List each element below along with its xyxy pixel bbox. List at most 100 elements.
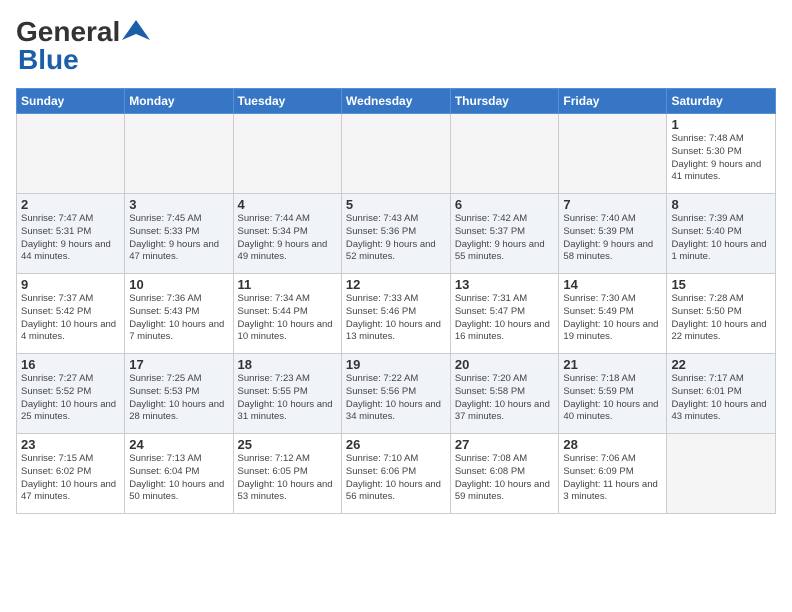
calendar-week-row: 16Sunrise: 7:27 AM Sunset: 5:52 PM Dayli… [17,354,776,434]
day-info: Sunrise: 7:48 AM Sunset: 5:30 PM Dayligh… [671,133,771,184]
weekday-header-thursday: Thursday [450,89,559,114]
weekday-header-sunday: Sunday [17,89,125,114]
day-number: 25 [238,437,337,452]
calendar-cell [125,114,233,194]
day-number: 18 [238,357,337,372]
day-info: Sunrise: 7:40 AM Sunset: 5:39 PM Dayligh… [563,213,662,264]
day-number: 23 [21,437,120,452]
calendar-cell [233,114,341,194]
day-info: Sunrise: 7:22 AM Sunset: 5:56 PM Dayligh… [346,373,446,424]
calendar-cell: 11Sunrise: 7:34 AM Sunset: 5:44 PM Dayli… [233,274,341,354]
calendar-cell: 8Sunrise: 7:39 AM Sunset: 5:40 PM Daylig… [667,194,776,274]
day-info: Sunrise: 7:33 AM Sunset: 5:46 PM Dayligh… [346,293,446,344]
calendar-cell: 4Sunrise: 7:44 AM Sunset: 5:34 PM Daylig… [233,194,341,274]
calendar-cell: 22Sunrise: 7:17 AM Sunset: 6:01 PM Dayli… [667,354,776,434]
day-info: Sunrise: 7:23 AM Sunset: 5:55 PM Dayligh… [238,373,337,424]
day-info: Sunrise: 7:18 AM Sunset: 5:59 PM Dayligh… [563,373,662,424]
logo: General Blue [16,16,150,76]
calendar-cell: 7Sunrise: 7:40 AM Sunset: 5:39 PM Daylig… [559,194,667,274]
calendar-cell: 25Sunrise: 7:12 AM Sunset: 6:05 PM Dayli… [233,434,341,514]
day-number: 11 [238,277,337,292]
day-info: Sunrise: 7:44 AM Sunset: 5:34 PM Dayligh… [238,213,337,264]
calendar-cell: 5Sunrise: 7:43 AM Sunset: 5:36 PM Daylig… [341,194,450,274]
day-number: 26 [346,437,446,452]
day-number: 13 [455,277,555,292]
day-info: Sunrise: 7:34 AM Sunset: 5:44 PM Dayligh… [238,293,337,344]
calendar-cell: 21Sunrise: 7:18 AM Sunset: 5:59 PM Dayli… [559,354,667,434]
day-number: 17 [129,357,228,372]
day-number: 27 [455,437,555,452]
calendar-cell: 10Sunrise: 7:36 AM Sunset: 5:43 PM Dayli… [125,274,233,354]
weekday-header-friday: Friday [559,89,667,114]
calendar-cell: 12Sunrise: 7:33 AM Sunset: 5:46 PM Dayli… [341,274,450,354]
day-number: 7 [563,197,662,212]
calendar-cell [450,114,559,194]
logo-bird-icon [122,16,150,44]
day-number: 12 [346,277,446,292]
day-info: Sunrise: 7:25 AM Sunset: 5:53 PM Dayligh… [129,373,228,424]
calendar-week-row: 23Sunrise: 7:15 AM Sunset: 6:02 PM Dayli… [17,434,776,514]
day-info: Sunrise: 7:47 AM Sunset: 5:31 PM Dayligh… [21,213,120,264]
weekday-header-monday: Monday [125,89,233,114]
calendar-cell: 19Sunrise: 7:22 AM Sunset: 5:56 PM Dayli… [341,354,450,434]
day-info: Sunrise: 7:13 AM Sunset: 6:04 PM Dayligh… [129,453,228,504]
calendar-week-row: 1Sunrise: 7:48 AM Sunset: 5:30 PM Daylig… [17,114,776,194]
day-info: Sunrise: 7:37 AM Sunset: 5:42 PM Dayligh… [21,293,120,344]
calendar-cell [341,114,450,194]
calendar-cell: 1Sunrise: 7:48 AM Sunset: 5:30 PM Daylig… [667,114,776,194]
calendar-cell: 15Sunrise: 7:28 AM Sunset: 5:50 PM Dayli… [667,274,776,354]
day-number: 22 [671,357,771,372]
page-header: General Blue [16,16,776,76]
logo-blue-text: Blue [18,44,79,75]
day-info: Sunrise: 7:27 AM Sunset: 5:52 PM Dayligh… [21,373,120,424]
day-info: Sunrise: 7:12 AM Sunset: 6:05 PM Dayligh… [238,453,337,504]
calendar-week-row: 2Sunrise: 7:47 AM Sunset: 5:31 PM Daylig… [17,194,776,274]
calendar-week-row: 9Sunrise: 7:37 AM Sunset: 5:42 PM Daylig… [17,274,776,354]
day-info: Sunrise: 7:10 AM Sunset: 6:06 PM Dayligh… [346,453,446,504]
day-info: Sunrise: 7:31 AM Sunset: 5:47 PM Dayligh… [455,293,555,344]
calendar-cell: 16Sunrise: 7:27 AM Sunset: 5:52 PM Dayli… [17,354,125,434]
calendar-cell: 2Sunrise: 7:47 AM Sunset: 5:31 PM Daylig… [17,194,125,274]
weekday-header-wednesday: Wednesday [341,89,450,114]
calendar-table: SundayMondayTuesdayWednesdayThursdayFrid… [16,88,776,514]
day-info: Sunrise: 7:39 AM Sunset: 5:40 PM Dayligh… [671,213,771,264]
day-info: Sunrise: 7:45 AM Sunset: 5:33 PM Dayligh… [129,213,228,264]
calendar-cell: 18Sunrise: 7:23 AM Sunset: 5:55 PM Dayli… [233,354,341,434]
day-info: Sunrise: 7:06 AM Sunset: 6:09 PM Dayligh… [563,453,662,504]
day-number: 4 [238,197,337,212]
calendar-cell: 17Sunrise: 7:25 AM Sunset: 5:53 PM Dayli… [125,354,233,434]
day-info: Sunrise: 7:17 AM Sunset: 6:01 PM Dayligh… [671,373,771,424]
day-info: Sunrise: 7:42 AM Sunset: 5:37 PM Dayligh… [455,213,555,264]
calendar-cell [17,114,125,194]
calendar-cell: 3Sunrise: 7:45 AM Sunset: 5:33 PM Daylig… [125,194,233,274]
calendar-cell: 6Sunrise: 7:42 AM Sunset: 5:37 PM Daylig… [450,194,559,274]
day-info: Sunrise: 7:20 AM Sunset: 5:58 PM Dayligh… [455,373,555,424]
day-info: Sunrise: 7:08 AM Sunset: 6:08 PM Dayligh… [455,453,555,504]
calendar-cell [559,114,667,194]
day-info: Sunrise: 7:28 AM Sunset: 5:50 PM Dayligh… [671,293,771,344]
calendar-cell: 9Sunrise: 7:37 AM Sunset: 5:42 PM Daylig… [17,274,125,354]
calendar-cell: 20Sunrise: 7:20 AM Sunset: 5:58 PM Dayli… [450,354,559,434]
day-number: 10 [129,277,228,292]
day-number: 19 [346,357,446,372]
calendar-cell [667,434,776,514]
day-number: 14 [563,277,662,292]
calendar-cell: 27Sunrise: 7:08 AM Sunset: 6:08 PM Dayli… [450,434,559,514]
day-number: 5 [346,197,446,212]
day-info: Sunrise: 7:36 AM Sunset: 5:43 PM Dayligh… [129,293,228,344]
day-number: 15 [671,277,771,292]
day-number: 6 [455,197,555,212]
weekday-header-saturday: Saturday [667,89,776,114]
day-number: 3 [129,197,228,212]
day-number: 28 [563,437,662,452]
day-info: Sunrise: 7:15 AM Sunset: 6:02 PM Dayligh… [21,453,120,504]
day-info: Sunrise: 7:30 AM Sunset: 5:49 PM Dayligh… [563,293,662,344]
calendar-cell: 26Sunrise: 7:10 AM Sunset: 6:06 PM Dayli… [341,434,450,514]
day-number: 9 [21,277,120,292]
day-number: 2 [21,197,120,212]
day-info: Sunrise: 7:43 AM Sunset: 5:36 PM Dayligh… [346,213,446,264]
weekday-header-row: SundayMondayTuesdayWednesdayThursdayFrid… [17,89,776,114]
calendar-cell: 14Sunrise: 7:30 AM Sunset: 5:49 PM Dayli… [559,274,667,354]
weekday-header-tuesday: Tuesday [233,89,341,114]
day-number: 21 [563,357,662,372]
